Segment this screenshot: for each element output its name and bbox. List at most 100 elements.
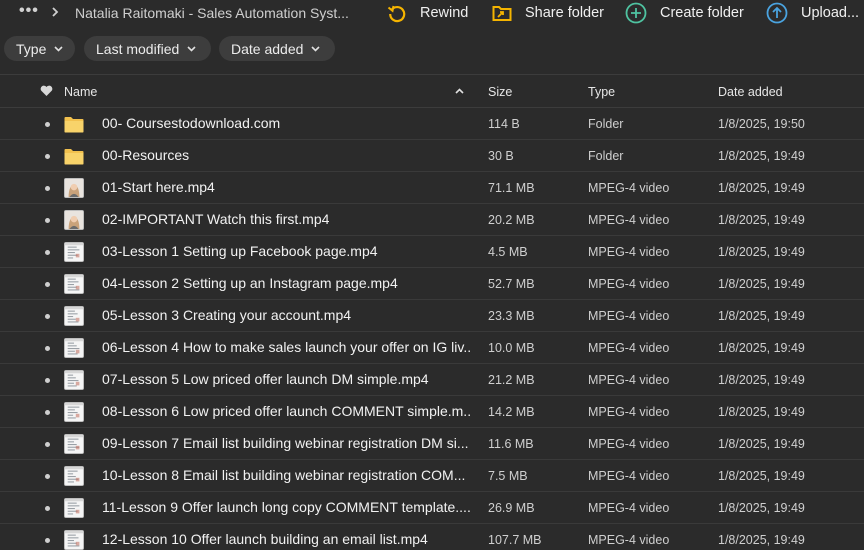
row-dot: [45, 442, 50, 447]
file-type: Folder: [588, 117, 624, 131]
breadcrumb[interactable]: Natalia Raitomaki - Sales Automation Sys…: [75, 5, 349, 21]
video-thumbnail-icon: [64, 306, 84, 326]
row-dot: [45, 186, 50, 191]
upload-icon: [766, 2, 788, 24]
file-name[interactable]: 00-Resources: [102, 147, 189, 163]
file-size: 4.5 MB: [488, 245, 528, 259]
table-row[interactable]: 08-Lesson 6 Low priced offer launch COMM…: [0, 396, 864, 428]
video-thumbnail-icon: [64, 498, 84, 518]
table-row[interactable]: 02-IMPORTANT Watch this first.mp4 20.2 MB…: [0, 204, 864, 236]
table-row[interactable]: 00- Coursestodownload.com 114 B Folder 1/8/…: [0, 108, 864, 140]
video-thumbnail-icon: [64, 434, 84, 454]
rewind-icon: [387, 5, 406, 23]
column-type-header[interactable]: Type: [588, 85, 615, 99]
row-dot: [45, 154, 50, 159]
file-name[interactable]: 02-IMPORTANT Watch this first.mp4: [102, 211, 329, 227]
file-date-added: 1/8/2025, 19:49: [718, 309, 805, 323]
rewind-label: Rewind: [420, 5, 469, 21]
top-toolbar: ••• Natalia Raitomaki - Sales Automation…: [0, 0, 864, 26]
file-size: 23.3 MB: [488, 309, 535, 323]
file-type: MPEG-4 video: [588, 533, 670, 547]
file-name[interactable]: 12-Lesson 10 Offer launch building an em…: [102, 531, 428, 547]
file-name[interactable]: 05-Lesson 3 Creating your account.mp4: [102, 307, 351, 323]
date-added-filter-label: Date added: [231, 40, 304, 57]
video-thumbnail-icon: [64, 530, 84, 550]
file-name[interactable]: 07-Lesson 5 Low priced offer launch DM s…: [102, 371, 429, 387]
chevron-down-icon: [311, 45, 320, 52]
share-folder-label: Share folder: [525, 5, 604, 21]
rewind-button[interactable]: Rewind: [387, 1, 468, 25]
file-date-added: 1/8/2025, 19:49: [718, 405, 805, 419]
file-size: 7.5 MB: [488, 469, 528, 483]
table-row[interactable]: 09-Lesson 7 Email list building webinar …: [0, 428, 864, 460]
folder-icon: [64, 117, 84, 133]
video-thumbnail-icon: [64, 338, 84, 358]
table-row[interactable]: 01-Start here.mp4 71.1 MB MPEG-4 video 1/8/…: [0, 172, 864, 204]
row-dot: [45, 378, 50, 383]
file-name[interactable]: 09-Lesson 7 Email list building webinar …: [102, 435, 469, 451]
type-filter[interactable]: Type: [4, 36, 75, 61]
row-dot: [45, 314, 50, 319]
upload-button[interactable]: Upload...: [766, 1, 859, 25]
table-row[interactable]: 03-Lesson 1 Setting up Facebook page.mp4…: [0, 236, 864, 268]
file-size: 71.1 MB: [488, 181, 535, 195]
file-name[interactable]: 06-Lesson 4 How to make sales launch you…: [102, 339, 472, 355]
table-row[interactable]: 06-Lesson 4 How to make sales launch you…: [0, 332, 864, 364]
table-row[interactable]: 00-Resources 30 B Folder 1/8/2025, 19:49: [0, 140, 864, 172]
file-date-added: 1/8/2025, 19:49: [718, 373, 805, 387]
file-name[interactable]: 01-Start here.mp4: [102, 179, 215, 195]
file-type: MPEG-4 video: [588, 405, 670, 419]
create-folder-button[interactable]: Create folder: [625, 1, 744, 25]
file-date-added: 1/8/2025, 19:49: [718, 181, 805, 195]
heart-icon[interactable]: [40, 85, 53, 97]
file-name[interactable]: 08-Lesson 6 Low priced offer launch COMM…: [102, 403, 472, 419]
share-folder-icon: [492, 6, 512, 21]
file-name[interactable]: 00- Coursestodownload.com: [102, 115, 280, 131]
video-thumbnail-icon: [64, 274, 84, 294]
file-type: MPEG-4 video: [588, 277, 670, 291]
table-header: Name Size Type Date added: [0, 74, 864, 108]
file-date-added: 1/8/2025, 19:50: [718, 117, 805, 131]
date-added-filter[interactable]: Date added: [219, 36, 335, 61]
file-type: MPEG-4 video: [588, 341, 670, 355]
table-row[interactable]: 12-Lesson 10 Offer launch building an em…: [0, 524, 864, 550]
table-row[interactable]: 10-Lesson 8 Email list building webinar …: [0, 460, 864, 492]
file-type: MPEG-4 video: [588, 501, 670, 515]
video-thumbnail-icon: [64, 242, 84, 262]
file-type: MPEG-4 video: [588, 181, 670, 195]
table-row[interactable]: 04-Lesson 2 Setting up an Instagram page…: [0, 268, 864, 300]
row-dot: [45, 282, 50, 287]
file-name[interactable]: 10-Lesson 8 Email list building webinar …: [102, 467, 465, 483]
file-name[interactable]: 11-Lesson 9 Offer launch long copy COMME…: [102, 499, 471, 515]
row-dot: [45, 122, 50, 127]
last-modified-filter[interactable]: Last modified: [84, 36, 211, 61]
chevron-down-icon: [54, 45, 63, 52]
table-row[interactable]: 05-Lesson 3 Creating your account.mp4 23.…: [0, 300, 864, 332]
share-folder-button[interactable]: Share folder: [492, 1, 604, 25]
file-date-added: 1/8/2025, 19:49: [718, 533, 805, 547]
file-type: Folder: [588, 149, 624, 163]
file-date-added: 1/8/2025, 19:49: [718, 469, 805, 483]
filter-bar: Type Last modified Date added: [0, 36, 864, 62]
video-thumbnail-icon: [64, 370, 84, 390]
sort-ascending-icon[interactable]: [455, 88, 464, 94]
row-dot: [45, 250, 50, 255]
file-date-added: 1/8/2025, 19:49: [718, 277, 805, 291]
column-name-header[interactable]: Name: [64, 85, 97, 99]
video-thumbnail-icon: [64, 402, 84, 422]
column-size-header[interactable]: Size: [488, 85, 512, 99]
row-dot: [45, 410, 50, 415]
folder-icon: [64, 149, 84, 165]
file-name[interactable]: 04-Lesson 2 Setting up an Instagram page…: [102, 275, 398, 291]
video-thumbnail-icon: [64, 178, 84, 198]
column-date-added-header[interactable]: Date added: [718, 85, 783, 99]
file-size: 52.7 MB: [488, 277, 535, 291]
table-row[interactable]: 07-Lesson 5 Low priced offer launch DM s…: [0, 364, 864, 396]
type-filter-label: Type: [16, 40, 47, 57]
table-row[interactable]: 11-Lesson 9 Offer launch long copy COMME…: [0, 492, 864, 524]
more-options-icon[interactable]: •••: [19, 3, 39, 19]
row-dot: [45, 538, 50, 543]
file-size: 20.2 MB: [488, 213, 535, 227]
file-size: 26.9 MB: [488, 501, 535, 515]
file-name[interactable]: 03-Lesson 1 Setting up Facebook page.mp4: [102, 243, 378, 259]
